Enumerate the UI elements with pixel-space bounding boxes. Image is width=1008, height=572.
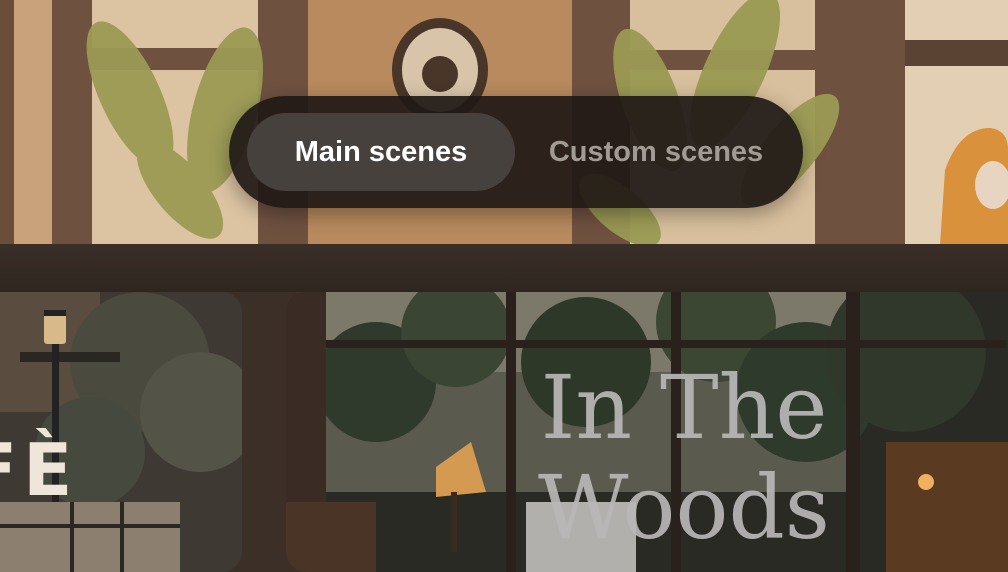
scene-card-in-the-woods[interactable]: In The Woods [286, 292, 1008, 572]
scene-card-title: FÈ [0, 428, 79, 512]
scene-title-line: Woods [538, 456, 830, 559]
section-divider [0, 244, 1008, 292]
scene-card-title: In The Woods [534, 358, 834, 558]
scene-title-line: In The [540, 356, 828, 459]
scene-tabs: Main scenes Custom scenes [229, 96, 803, 208]
tab-custom-scenes[interactable]: Custom scenes [529, 113, 783, 191]
scene-card-cafe[interactable]: FÈ [0, 292, 242, 572]
tab-main-scenes[interactable]: Main scenes [247, 113, 515, 191]
